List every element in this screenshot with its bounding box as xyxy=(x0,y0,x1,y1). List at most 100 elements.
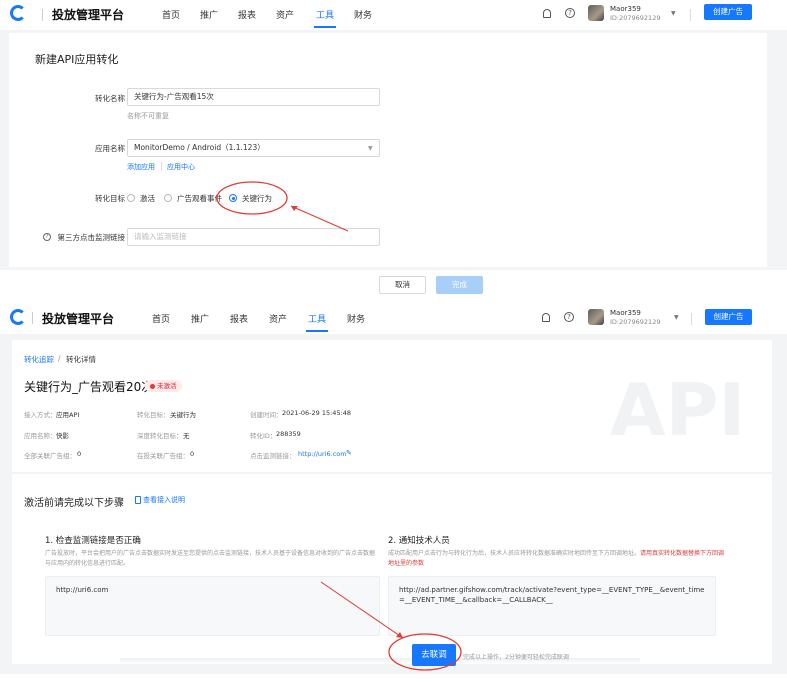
step2-desc-text: 成功匹配用户点击行为与转化行为后，技术人员应将转化数据准确实时地回传至下方回调地… xyxy=(388,550,641,557)
field-key: 转化目标： xyxy=(137,411,170,419)
field-value: 2021-06-29 15:45:48 xyxy=(282,409,352,417)
logo-divider xyxy=(32,312,33,324)
nav-home[interactable]: 首页 xyxy=(152,312,170,325)
nav-assets[interactable]: 资产 xyxy=(276,8,294,21)
start-debug-button[interactable]: 去联调 xyxy=(412,644,456,666)
done-button[interactable]: 完成 xyxy=(436,276,483,294)
field-value: 快影 xyxy=(56,432,69,440)
radio-activate[interactable] xyxy=(127,194,135,202)
steps-card: 激活前请完成以下步骤 查看接入说明 1. 检查监测链接是否正确 广告投放时，平台… xyxy=(12,474,772,664)
field-value: 0 xyxy=(190,450,195,458)
help-icon[interactable]: ? xyxy=(565,8,575,18)
link-divider xyxy=(161,162,162,171)
field-key: 接入方式： xyxy=(24,411,57,419)
add-app-link[interactable]: 添加应用 xyxy=(127,162,155,172)
document-icon xyxy=(135,496,141,504)
user-id: ID:2079692129 xyxy=(610,14,661,22)
field-key: 全部关联广告组： xyxy=(24,452,76,460)
step2-code[interactable]: http://ad.partner.gifshow.com/track/acti… xyxy=(388,576,716,636)
field-value: 0 xyxy=(77,450,82,458)
steps-title: 激活前请完成以下步骤 xyxy=(24,498,124,509)
breadcrumb-current: 转化详情 xyxy=(66,355,96,364)
nav-finance[interactable]: 财务 xyxy=(347,312,365,325)
step1-code[interactable]: http://uri6.com xyxy=(45,576,380,636)
api-watermark: API xyxy=(610,368,746,452)
nav-tools[interactable]: 工具 xyxy=(316,8,334,21)
step2-description: 成功匹配用户点击行为与转化行为后，技术人员应将转化数据准确实时地回传至下方回调地… xyxy=(388,549,728,569)
name-hint: 名称不可重复 xyxy=(127,112,169,120)
field-key: 点击监测链接： xyxy=(250,452,296,460)
bell-icon[interactable] xyxy=(542,313,550,322)
bell-icon[interactable] xyxy=(543,9,551,18)
nav-active-indicator xyxy=(314,26,336,28)
field-value: 288359 xyxy=(276,430,301,438)
radio-key-action[interactable] xyxy=(229,194,237,202)
field-key: 深度转化目标： xyxy=(137,432,183,440)
radio-ad-view[interactable] xyxy=(164,194,172,202)
radio-key-action-label: 关键行为 xyxy=(242,194,272,203)
detail-info-card: API 转化追踪 / 转化详情 关键行为_广告观看20次 未激活 接入方式： 应… xyxy=(12,340,772,472)
nav-active-indicator xyxy=(306,330,328,332)
field-key: 应用名称： xyxy=(24,432,57,440)
step1-description: 广告投放时，平台会把用户的广告点击数据实时发送至您提供的点击监测链接，技术人员基… xyxy=(45,550,376,567)
nav-finance[interactable]: 财务 xyxy=(354,8,372,21)
chevron-down-icon: ▼ xyxy=(368,145,373,152)
user-name: Maor359 xyxy=(610,309,641,317)
chevron-down-icon[interactable]: ▼ xyxy=(671,10,676,17)
radio-activate-label: 激活 xyxy=(140,194,155,203)
doc-link[interactable]: 查看接入说明 xyxy=(143,495,185,505)
avatar[interactable] xyxy=(588,5,604,21)
nav-report[interactable]: 报表 xyxy=(238,8,256,21)
header-divider xyxy=(690,9,691,21)
user-id: ID:2079692129 xyxy=(610,318,661,326)
logo-icon xyxy=(10,5,26,21)
debug-hint: 完成以上操作，2分钟便可轻松完成联调 xyxy=(463,654,569,661)
header-divider xyxy=(691,313,692,325)
field-key: 在投关联广告组： xyxy=(137,452,189,460)
form-card: 新建API应用转化 转化名称 关键行为-广告观看15次 名称不可重复 应用名称 … xyxy=(9,33,767,267)
app-title: 投放管理平台 xyxy=(42,312,115,326)
app-title: 投放管理平台 xyxy=(52,8,125,22)
create-ad-button[interactable]: 创建广告 xyxy=(705,309,752,325)
app-select[interactable]: MonitorDemo / Android（1.1.123） xyxy=(127,139,380,157)
top-header: 投放管理平台 首页 推广 报表 资产 工具 财务 ? Maor359 ID:20… xyxy=(0,0,787,30)
create-ad-button[interactable]: 创建广告 xyxy=(704,4,752,20)
step1-title: 1. 检查监测链接是否正确 xyxy=(45,536,141,546)
detail-header: 投放管理平台 首页 推广 报表 资产 工具 财务 ? Maor359 ID:20… xyxy=(0,302,787,332)
logo-icon xyxy=(10,309,26,325)
nav-promotion[interactable]: 推广 xyxy=(200,8,218,21)
target-label: 转化目标 xyxy=(95,194,125,203)
chevron-down-icon[interactable]: ▼ xyxy=(674,314,679,321)
field-value: 应用API xyxy=(56,411,80,419)
breadcrumb-root[interactable]: 转化追踪 xyxy=(24,354,54,365)
field-value: 无 xyxy=(183,432,190,440)
help-icon[interactable]: ? xyxy=(564,312,574,322)
detail-title: 关键行为_广告观看20次 xyxy=(24,380,154,394)
edit-icon[interactable]: ✎ xyxy=(346,449,352,457)
nav-report[interactable]: 报表 xyxy=(230,312,248,325)
avatar[interactable] xyxy=(588,309,604,325)
monitor-link-input[interactable]: 请输入监测链接 xyxy=(127,228,380,246)
step2-title: 2. 通知技术人员 xyxy=(388,536,450,546)
monitor-label: 第三方点击监测链接 xyxy=(57,233,126,242)
name-label: 转化名称 xyxy=(95,94,125,103)
question-icon[interactable]: ? xyxy=(43,233,51,241)
radio-ad-view-label: 广告观看事件 xyxy=(177,194,222,203)
breadcrumb-separator: / xyxy=(58,354,61,363)
field-value: 关键行为 xyxy=(170,411,196,419)
logo-divider xyxy=(42,9,43,21)
cancel-button[interactable]: 取消 xyxy=(379,276,426,294)
nav-tools[interactable]: 工具 xyxy=(308,312,326,325)
status-dot xyxy=(150,383,155,389)
monitor-link[interactable]: http://uri6.com xyxy=(298,450,347,458)
app-label: 应用名称 xyxy=(95,144,125,153)
conversion-name-input[interactable]: 关键行为-广告观看15次 xyxy=(127,88,380,106)
field-key: 转化ID： xyxy=(250,432,277,440)
user-name: Maor359 xyxy=(610,5,641,13)
nav-assets[interactable]: 资产 xyxy=(269,312,287,325)
form-title: 新建API应用转化 xyxy=(35,53,119,66)
app-center-link[interactable]: 应用中心 xyxy=(167,162,195,172)
nav-promotion[interactable]: 推广 xyxy=(191,312,209,325)
field-key: 创建时间： xyxy=(250,411,283,419)
nav-home[interactable]: 首页 xyxy=(162,8,180,21)
